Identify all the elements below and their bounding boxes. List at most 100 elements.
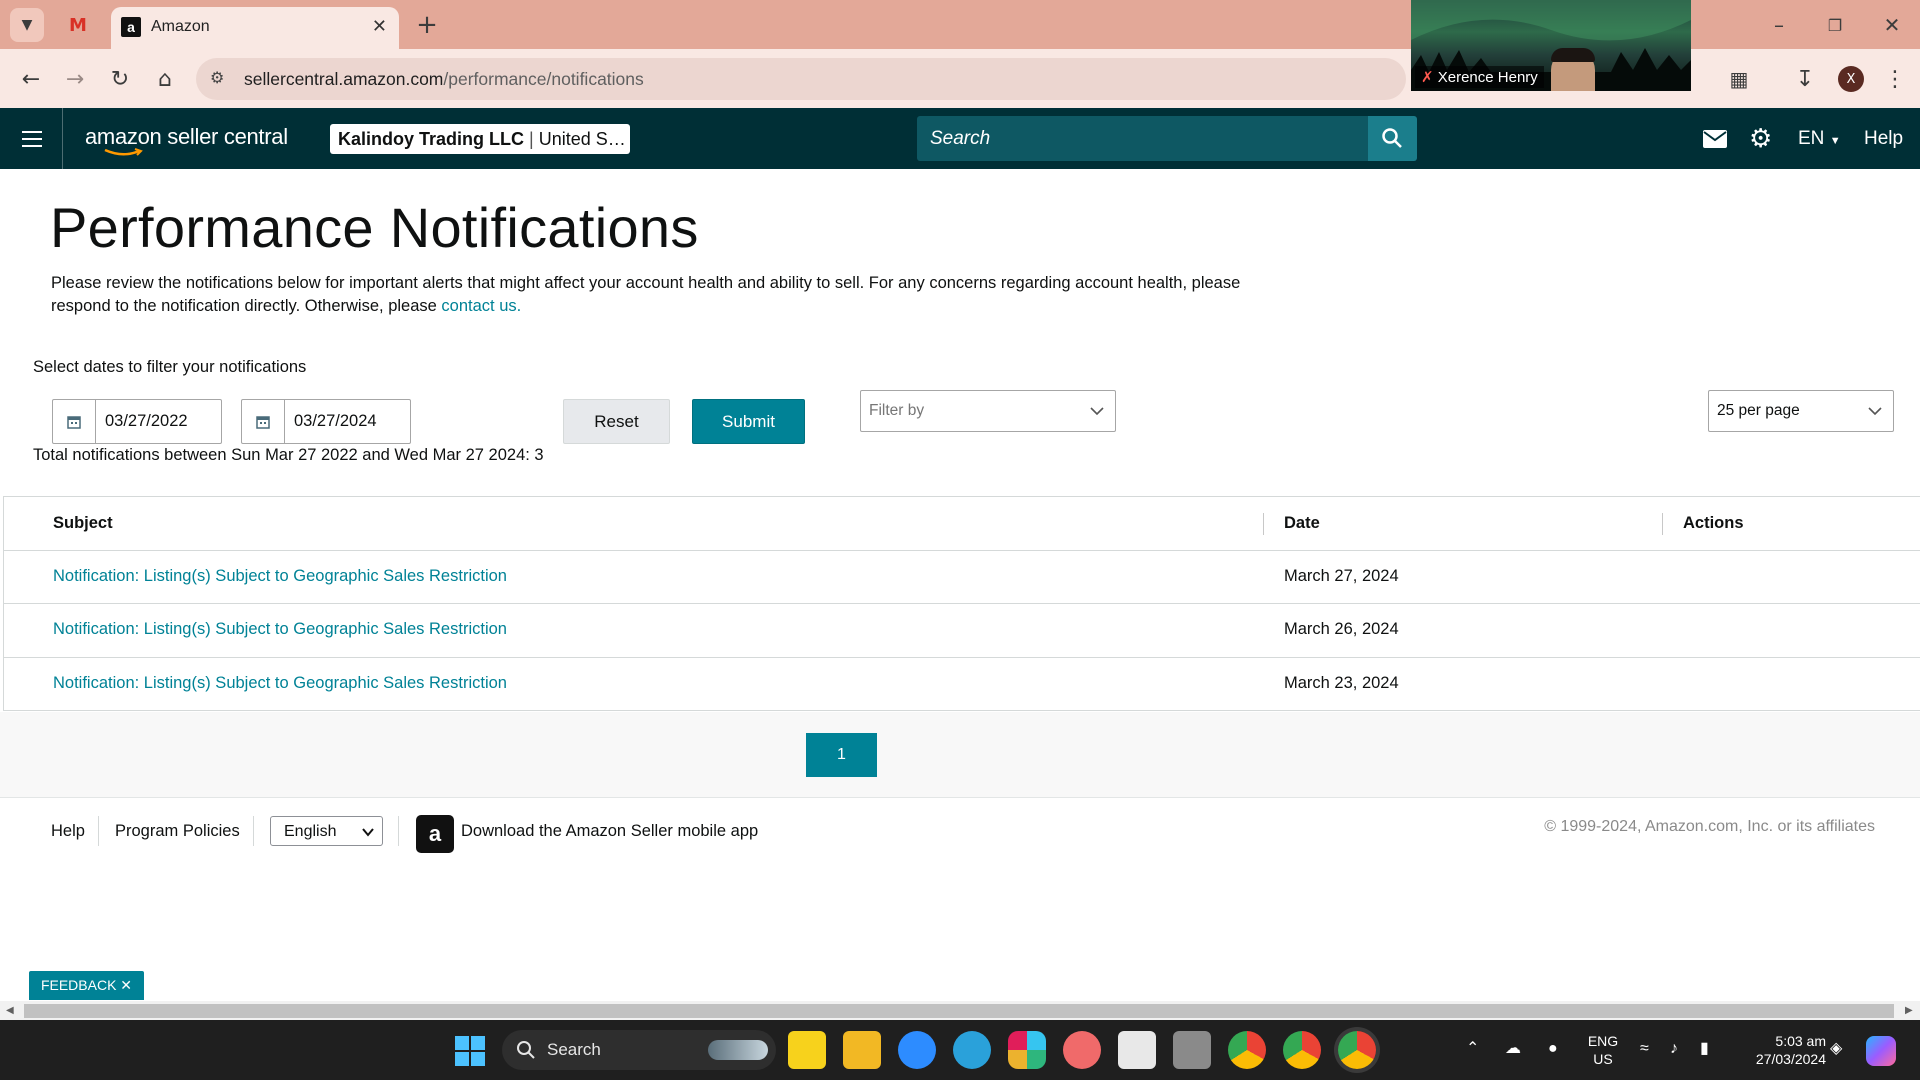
tab-amazon[interactable]: a Amazon ✕ (111, 7, 399, 49)
restore-icon[interactable]: ❐ (1818, 8, 1852, 42)
mail-icon[interactable] (1703, 130, 1727, 148)
search-highlight-image (708, 1040, 768, 1060)
seller-central-logo[interactable]: amazon seller central (85, 124, 288, 156)
chrome-profile-active-icon[interactable] (1338, 1031, 1376, 1069)
video-call-overlay[interactable]: ✗ Xerence Henry (1411, 0, 1691, 91)
filter-by-select[interactable]: Filter by (860, 390, 1116, 432)
url-host: sellercentral.amazon.com (244, 69, 444, 89)
header-help-link[interactable]: Help (1864, 128, 1903, 150)
end-date-input[interactable] (286, 400, 410, 443)
settings-gear-icon[interactable]: ⚙ (1749, 124, 1772, 154)
copilot-icon[interactable] (1866, 1036, 1896, 1066)
table-row: Notification: Listing(s) Subject to Geog… (4, 550, 1920, 603)
chrome-profile-2-icon[interactable] (1283, 1031, 1321, 1069)
sticky-notes-app-icon[interactable] (788, 1031, 826, 1069)
column-header-subject[interactable]: Subject (53, 514, 113, 533)
end-date-field[interactable] (241, 399, 411, 444)
tab-close-icon[interactable]: ✕ (372, 16, 387, 37)
header-search-button[interactable] (1368, 116, 1417, 161)
calculator-app-icon[interactable] (1173, 1031, 1211, 1069)
home-icon[interactable]: ⌂ (148, 62, 182, 96)
site-info-icon[interactable]: ⚙ (210, 68, 224, 87)
chevron-down-icon (1090, 407, 1104, 416)
footer-language-select[interactable]: English (270, 816, 383, 846)
table-row: Notification: Listing(s) Subject to Geog… (4, 657, 1920, 710)
clock[interactable]: 5:03 am 27/03/2024 (1736, 1032, 1826, 1068)
calendar-icon[interactable] (53, 400, 96, 443)
scrollbar-thumb[interactable] (24, 1004, 1894, 1018)
download-app-link[interactable]: Download the Amazon Seller mobile app (461, 822, 758, 841)
wifi-icon[interactable]: ≈ (1640, 1040, 1649, 1058)
microphone-icon[interactable]: ● (1548, 1040, 1558, 1058)
minimize-icon[interactable]: – (1762, 8, 1796, 42)
amazon-seller-app-icon[interactable]: a (416, 815, 454, 853)
scroll-right-icon[interactable]: ▶ (1905, 1005, 1913, 1016)
slack-app-icon[interactable] (1008, 1031, 1046, 1069)
telegram-app-icon[interactable] (953, 1031, 991, 1069)
input-lang-line2: US (1593, 1051, 1613, 1067)
tray-overflow-icon[interactable]: ⌃ (1466, 1040, 1479, 1058)
footer-language-value: English (284, 823, 337, 840)
account-separator: | (529, 129, 539, 149)
footer-divider (253, 816, 254, 846)
windows-start-icon[interactable] (455, 1036, 485, 1066)
snipping-tool-app-icon[interactable] (1118, 1031, 1156, 1069)
calendar-icon[interactable] (242, 400, 285, 443)
participant-hair (1551, 48, 1595, 62)
search-placeholder: Search (930, 128, 991, 149)
feedback-button[interactable]: FEEDBACK ✕ (29, 971, 144, 1000)
footer-program-policies-link[interactable]: Program Policies (115, 822, 240, 841)
downloads-icon[interactable]: ↧ (1788, 62, 1822, 96)
new-tab-icon[interactable]: + (410, 8, 444, 42)
reload-icon[interactable]: ↻ (103, 62, 137, 96)
reset-button[interactable]: Reset (563, 399, 670, 444)
chrome-profile-1-icon[interactable] (1228, 1031, 1266, 1069)
footer-help-link[interactable]: Help (51, 822, 85, 841)
table-row: Notification: Listing(s) Subject to Geog… (4, 603, 1920, 656)
contact-us-link[interactable]: contact us. (441, 297, 521, 315)
onedrive-icon[interactable]: ☁ (1505, 1040, 1521, 1058)
asana-app-icon[interactable] (1063, 1031, 1101, 1069)
extensions-icon[interactable]: ▦ (1722, 62, 1756, 96)
column-header-date[interactable]: Date (1284, 514, 1320, 533)
total-notifications-text: Total notifications between Sun Mar 27 2… (33, 446, 544, 464)
close-window-icon[interactable]: ✕ (1875, 8, 1909, 42)
language-menu[interactable]: EN ▼ (1798, 128, 1841, 150)
volume-icon[interactable]: ♪ (1670, 1040, 1678, 1058)
participant-name: Xerence Henry (1437, 69, 1538, 86)
notification-subject-link[interactable]: Notification: Listing(s) Subject to Geog… (53, 567, 507, 586)
notification-subject-link[interactable]: Notification: Listing(s) Subject to Geog… (53, 674, 507, 693)
clock-date: 27/03/2024 (1755, 1051, 1826, 1067)
notifications-bell-icon[interactable]: ◈ (1830, 1040, 1842, 1058)
page-title: Performance Notifications (50, 196, 699, 259)
hamburger-menu-icon[interactable] (22, 131, 42, 147)
forward-icon[interactable]: → (58, 62, 92, 96)
chevron-down-icon (1868, 407, 1882, 416)
participant-name-tag: ✗ Xerence Henry (1415, 66, 1544, 88)
taskbar-search-label: Search (547, 1040, 601, 1059)
url-box[interactable]: ⚙ sellercentral.amazon.com/performance/n… (196, 58, 1406, 100)
notification-subject-link[interactable]: Notification: Listing(s) Subject to Geog… (53, 620, 507, 639)
zoom-app-icon[interactable] (898, 1031, 936, 1069)
back-icon[interactable]: ← (14, 62, 48, 96)
amazon-favicon-icon: a (121, 17, 141, 37)
gmail-tab-icon[interactable]: M (63, 12, 93, 38)
taskbar-search[interactable]: Search (502, 1030, 776, 1070)
header-search-input[interactable]: Search (917, 116, 1368, 161)
start-date-field[interactable] (52, 399, 222, 444)
per-page-select[interactable]: 25 per page (1708, 390, 1894, 432)
submit-button[interactable]: Submit (692, 399, 805, 444)
battery-icon[interactable]: ▮ (1700, 1040, 1709, 1058)
profile-avatar[interactable]: X (1838, 66, 1864, 92)
browser-menu-icon[interactable]: ⋮ (1878, 62, 1912, 96)
start-date-input[interactable] (97, 400, 221, 443)
input-language-indicator[interactable]: ENG US (1586, 1032, 1620, 1068)
account-switcher[interactable]: Kalindoy Trading LLC | United S… (330, 124, 630, 154)
tab-search-chevron-icon[interactable]: ▼ (10, 8, 44, 42)
footer-divider (98, 816, 99, 846)
pagination-page-button[interactable]: 1 (806, 733, 877, 777)
notification-date: March 27, 2024 (1284, 567, 1399, 585)
account-region: United S… (538, 129, 626, 149)
file-explorer-app-icon[interactable] (843, 1031, 881, 1069)
scroll-left-icon[interactable]: ◀ (6, 1005, 14, 1016)
